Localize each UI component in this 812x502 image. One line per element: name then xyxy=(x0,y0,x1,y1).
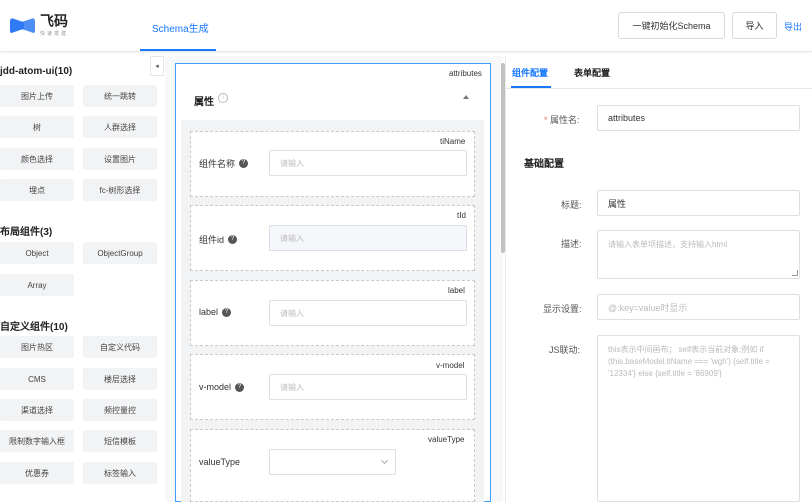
field-input-disabled: 请输入 xyxy=(269,225,467,251)
field-input[interactable]: 请输入 xyxy=(269,374,467,400)
component-item[interactable]: 统一跳转 xyxy=(83,85,157,107)
field-label: v-model? xyxy=(199,382,245,392)
component-item[interactable]: 短信模板 xyxy=(83,430,157,452)
tab-form-config[interactable]: 表单配置 xyxy=(574,66,610,79)
group-title-layout: 布局组件(3) xyxy=(0,227,53,238)
prop-name-input[interactable]: attributes xyxy=(597,105,800,131)
tabs-divider xyxy=(505,88,812,89)
component-item[interactable]: 人群选择 xyxy=(83,116,157,138)
component-item[interactable]: 频控量控 xyxy=(83,399,157,421)
help-icon: ? xyxy=(239,159,249,168)
init-schema-button[interactable]: 一键初始化Schema xyxy=(618,12,725,39)
tab-active-indicator xyxy=(511,86,551,88)
logo-icon xyxy=(10,15,36,37)
section-title: 属性 xyxy=(194,97,214,108)
field-key: tiName xyxy=(440,137,466,146)
component-item[interactable]: 限制数字输入框 xyxy=(0,430,74,452)
component-item[interactable]: ObjectGroup xyxy=(83,242,157,264)
logo-title: 飞码 xyxy=(40,13,68,29)
group-title-atom-ui: jdd-atom-ui(10) xyxy=(0,66,73,77)
component-item[interactable]: 标签输入 xyxy=(83,462,157,484)
component-item[interactable]: fc-树形选择 xyxy=(83,179,157,201)
field-key: label xyxy=(448,286,465,295)
component-item[interactable]: 楼层选择 xyxy=(83,368,157,390)
field-select[interactable] xyxy=(269,449,396,475)
component-item[interactable]: 图片热区 xyxy=(0,336,74,358)
prop-name-label: * 属性名: xyxy=(544,115,580,125)
component-item[interactable]: 渠道选择 xyxy=(0,399,74,421)
help-icon: ? xyxy=(235,382,245,392)
top-header: 飞码 快速搭建 Schema生成 一键初始化Schema 导入 导出 xyxy=(0,0,812,52)
desc-label: 描述: xyxy=(561,239,582,249)
component-item[interactable]: CMS xyxy=(0,368,74,390)
collapse-up-icon[interactable] xyxy=(463,95,469,99)
component-item[interactable]: 图片上传 xyxy=(0,85,74,107)
title-label: 标题: xyxy=(561,200,582,210)
tab-active-indicator xyxy=(140,49,216,51)
field-key: valueType xyxy=(428,435,465,444)
component-item[interactable]: 埋点 xyxy=(0,179,74,201)
component-item[interactable]: 自定义代码 xyxy=(83,336,157,358)
chevron-down-icon xyxy=(380,456,389,465)
info-icon: i xyxy=(218,93,228,103)
canvas-key-label: attributes xyxy=(449,69,482,78)
component-item[interactable]: 树 xyxy=(0,116,74,138)
field-key: v-model xyxy=(436,361,465,370)
component-item[interactable]: 优惠券 xyxy=(0,462,74,484)
component-item[interactable]: Array xyxy=(0,274,74,296)
display-label: 显示设置: xyxy=(543,304,582,314)
logo: 飞码 快速搭建 xyxy=(10,14,68,37)
display-input[interactable]: @:key=value时显示 xyxy=(597,294,800,320)
logo-subtitle: 快速搭建 xyxy=(40,31,69,37)
field-label: 组件id? xyxy=(199,233,238,246)
export-link[interactable]: 导出 xyxy=(784,20,802,33)
resize-handle-icon[interactable] xyxy=(792,270,798,276)
collapse-left-icon[interactable]: ◂ xyxy=(150,56,164,76)
title-input[interactable]: 属性 xyxy=(597,190,800,216)
field-input[interactable]: 请输入 xyxy=(269,300,467,326)
tab-schema-generate[interactable]: Schema生成 xyxy=(152,20,209,35)
component-item[interactable]: 颜色选择 xyxy=(0,148,74,170)
field-input[interactable]: 请输入 xyxy=(269,150,467,176)
group-title-custom: 自定义组件(10) xyxy=(0,322,68,333)
help-icon: ? xyxy=(222,307,232,317)
component-item[interactable]: Object xyxy=(0,242,74,264)
field-label: valueType xyxy=(199,457,241,467)
field-label: 组件名称? xyxy=(199,157,249,170)
help-icon: ? xyxy=(228,235,238,244)
component-item[interactable]: 设置图片 xyxy=(83,148,157,170)
js-textarea[interactable]: this表示中间画布； self表示当前对象;例如 if (this.baseM… xyxy=(597,335,800,502)
desc-textarea[interactable]: 请输入表单项描述，支持输入html xyxy=(597,230,800,279)
tab-component-config[interactable]: 组件配置 xyxy=(512,66,548,79)
js-label: JS联动: xyxy=(549,345,581,355)
field-label: label? xyxy=(199,307,232,317)
import-button[interactable]: 导入 xyxy=(732,12,777,39)
basic-config-title: 基础配置 xyxy=(524,159,564,170)
field-key: tId xyxy=(457,211,466,220)
